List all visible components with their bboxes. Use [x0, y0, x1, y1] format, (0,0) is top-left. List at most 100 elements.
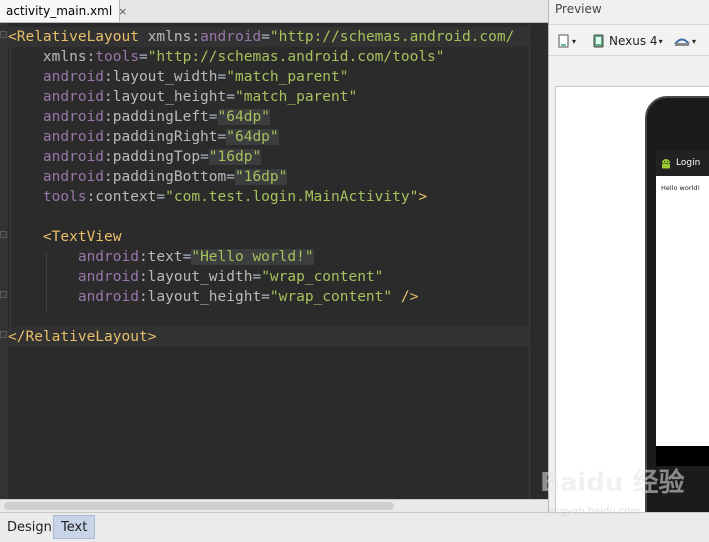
- code-token: "http://schemas.android.com/tools": [147, 49, 445, 65]
- code-token: :paddingLeft: [104, 109, 209, 125]
- code-token: android: [77, 269, 139, 285]
- code-token: "64dp": [226, 129, 279, 145]
- code-token: =: [217, 69, 227, 85]
- fold-marker-icon[interactable]: [0, 331, 7, 338]
- orientation-dropdown[interactable]: ▾: [673, 31, 696, 51]
- watermark-url: jingyan.baidu.com: [548, 506, 641, 517]
- preview-title: Preview: [555, 2, 602, 16]
- code-line[interactable]: <TextView: [8, 227, 529, 247]
- code-token: android: [77, 289, 139, 305]
- horizontal-scrollbar[interactable]: [0, 499, 548, 513]
- code-line[interactable]: android:paddingBottom="16dp": [8, 167, 529, 187]
- code-line[interactable]: [8, 307, 529, 327]
- scrollbar-thumb[interactable]: [4, 502, 394, 510]
- code-line[interactable]: android:layout_width="wrap_content": [8, 267, 529, 287]
- code-token: RelativeLayout: [25, 329, 148, 345]
- code-token: android: [42, 69, 105, 85]
- code-token: "http://schemas.android.com/: [269, 29, 515, 45]
- code-token: =: [226, 89, 235, 105]
- code-editor[interactable]: <RelativeLayout xmlns:android="http://sc…: [0, 23, 529, 499]
- code-token: />: [400, 289, 419, 305]
- action-bar: Login: [656, 150, 709, 176]
- device-label: Nexus 4: [609, 34, 658, 48]
- code-line[interactable]: <RelativeLayout xmlns:android="http://sc…: [8, 27, 529, 47]
- code-token: android: [42, 169, 105, 185]
- code-token: "wrap_content": [261, 269, 384, 285]
- code-token: "com.test.login.MainActivity": [165, 189, 419, 205]
- file-layout-icon: [558, 34, 569, 48]
- editor-right-strip: [529, 23, 549, 499]
- code-line[interactable]: [8, 207, 529, 227]
- code-line[interactable]: android:layout_height="wrap_content" />: [8, 287, 529, 307]
- layout-type-dropdown[interactable]: ▾: [557, 31, 576, 51]
- code-token: "wrap_content": [269, 289, 393, 305]
- code-line[interactable]: tools:context="com.test.login.MainActivi…: [8, 187, 529, 207]
- code-token: =: [261, 289, 270, 305]
- code-token: >: [147, 329, 157, 345]
- code-token: xmlns:: [42, 49, 96, 65]
- code-line[interactable]: android:layout_width="match_parent": [8, 67, 529, 87]
- code-line[interactable]: </RelativeLayout>: [8, 327, 529, 347]
- code-token: =: [252, 269, 262, 285]
- code-token: :layout_width: [104, 69, 218, 85]
- tab-label: activity_main.xml: [6, 4, 113, 18]
- tab-text[interactable]: Text: [53, 515, 96, 539]
- app-title: Login: [676, 158, 701, 168]
- code-token: android: [77, 249, 139, 265]
- watermark-brand: Baidu 经验: [540, 468, 685, 498]
- code-token: =: [217, 129, 227, 145]
- close-icon[interactable]: ×: [118, 5, 127, 18]
- code-token: :context: [86, 189, 157, 205]
- code-token: =: [156, 189, 166, 205]
- code-token: "64dp": [217, 109, 270, 125]
- code-line[interactable]: android:layout_height="match_parent": [8, 87, 529, 107]
- code-token: android: [42, 89, 105, 105]
- code-line[interactable]: android:paddingRight="64dp": [8, 127, 529, 147]
- code-token: :text: [138, 249, 183, 265]
- code-line[interactable]: xmlns:tools="http://schemas.android.com/…: [8, 47, 529, 67]
- device-screen: Login Hello world!: [656, 150, 709, 446]
- hello-text-view[interactable]: Hello world!: [661, 184, 700, 192]
- code-token: =: [138, 49, 148, 65]
- code-token: android: [200, 29, 262, 45]
- tab-design[interactable]: Design: [0, 515, 59, 539]
- fold-marker-icon[interactable]: [0, 291, 7, 298]
- code-token: "16dp": [208, 149, 262, 165]
- code-token: =: [226, 169, 235, 185]
- device-dropdown[interactable]: Nexus 4 ▾: [593, 31, 663, 51]
- code-token: tools: [95, 49, 139, 65]
- code-token: :paddingRight: [104, 129, 218, 145]
- chevron-down-icon: ▾: [658, 36, 663, 46]
- code-line[interactable]: android:paddingLeft="64dp": [8, 107, 529, 127]
- fold-marker-icon[interactable]: [0, 31, 7, 38]
- code-token: tools: [42, 189, 87, 205]
- code-line[interactable]: android:paddingTop="16dp": [8, 147, 529, 167]
- tab-activity-main-xml[interactable]: activity_main.xml ×: [0, 0, 127, 22]
- code-token: </: [8, 329, 26, 345]
- code-token: RelativeLayout: [16, 29, 139, 45]
- code-token: =: [208, 109, 218, 125]
- code-token: :layout_height: [104, 89, 227, 105]
- editor-tab-bar: activity_main.xml ×: [0, 0, 548, 23]
- code-content[interactable]: <RelativeLayout xmlns:android="http://sc…: [8, 27, 529, 347]
- fold-marker-icon[interactable]: [0, 231, 7, 238]
- code-line[interactable]: android:text="Hello world!": [8, 247, 529, 267]
- code-token: "Hello world!": [191, 249, 314, 265]
- preview-toolbar: ▾ Nexus 4 ▾ ▾: [549, 24, 709, 56]
- code-token: :layout_height: [138, 289, 262, 305]
- chevron-down-icon: ▾: [572, 36, 577, 46]
- device-icon: [593, 34, 604, 48]
- code-token: "match_parent": [234, 89, 358, 105]
- code-token: :paddingTop: [104, 149, 201, 165]
